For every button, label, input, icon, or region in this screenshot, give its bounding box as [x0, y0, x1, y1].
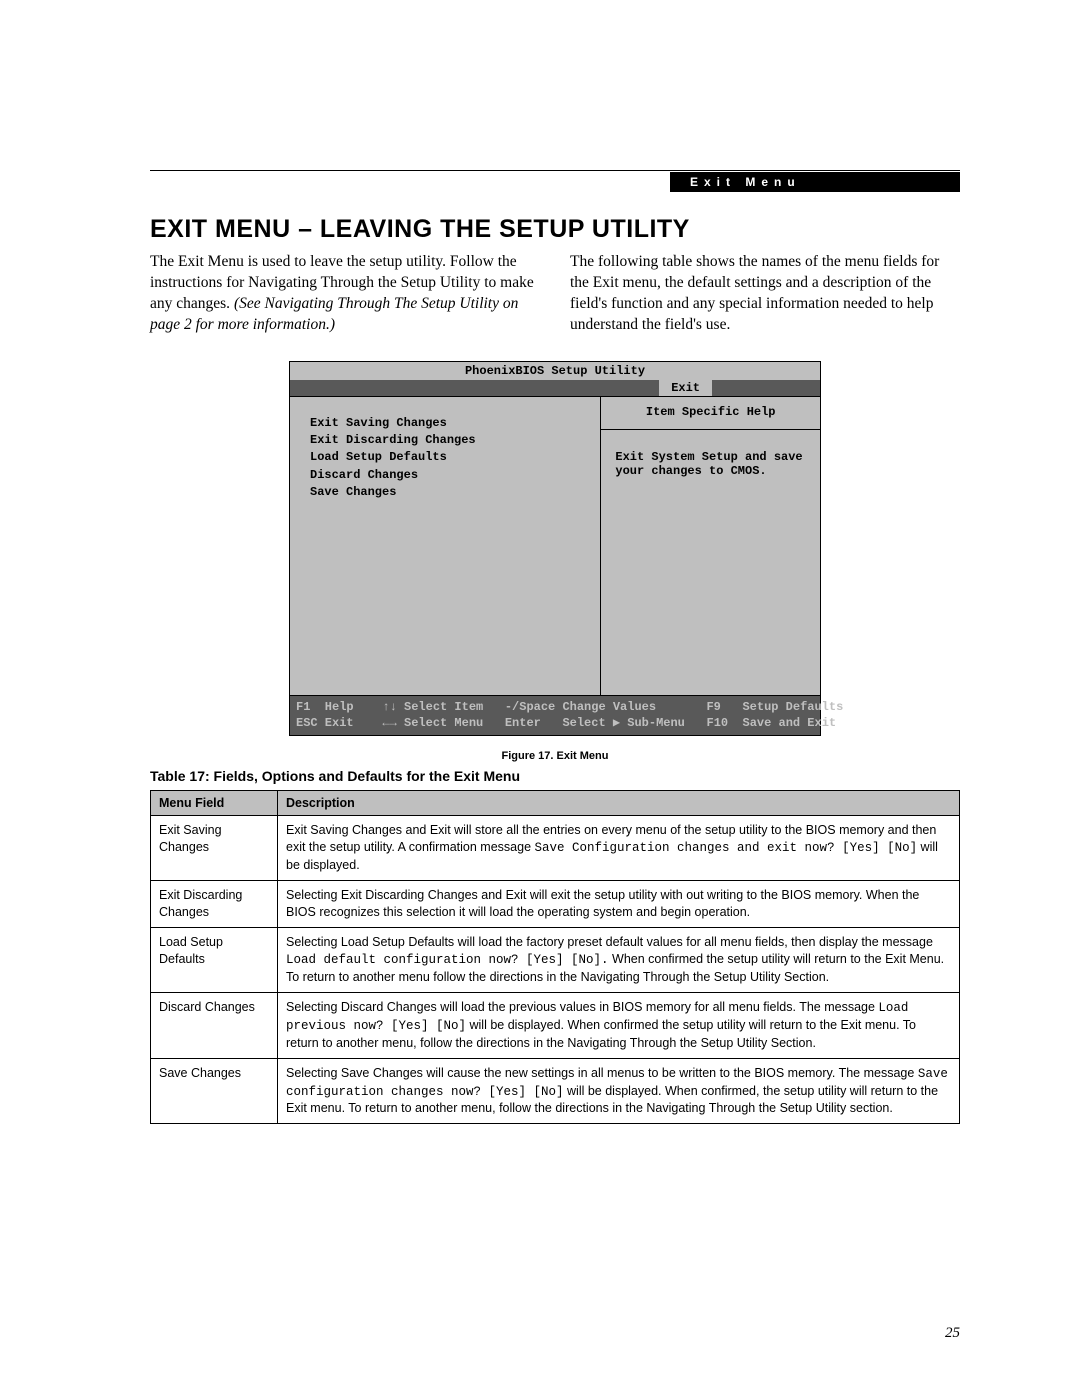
bios-menu-item: Exit Discarding Changes	[310, 432, 586, 449]
figure-caption: Figure 17. Exit Menu	[150, 750, 960, 762]
table-header-field: Menu Field	[151, 791, 278, 816]
table-cell-field: Exit Discarding Changes	[151, 880, 278, 928]
top-rule	[150, 170, 960, 171]
bios-help-separator	[601, 429, 820, 430]
table-header-description: Description	[278, 791, 960, 816]
bios-menu-item: Discard Changes	[310, 467, 586, 484]
bios-title: PhoenixBIOS Setup Utility	[290, 362, 820, 380]
intro-columns: The Exit Menu is used to leave the setup…	[150, 252, 960, 336]
intro-right: The following table shows the names of t…	[570, 252, 960, 336]
desc-pre: Selecting Save Changes will cause the ne…	[286, 1066, 918, 1080]
table-cell-description: Selecting Exit Discarding Changes and Ex…	[278, 880, 960, 928]
desc-code: Load default configuration now? [Yes] [N…	[286, 953, 609, 967]
page-heading: EXIT MENU – LEAVING THE SETUP UTILITY	[150, 215, 960, 244]
bios-footer: F1 Help ↑↓ Select Item -/Space Change Va…	[290, 695, 820, 735]
table-row: Exit Saving Changes Exit Saving Changes …	[151, 816, 960, 881]
table-cell-field: Save Changes	[151, 1058, 278, 1124]
bios-help-title: Item Specific Help	[615, 405, 806, 425]
bios-footer-row1: F1 Help ↑↓ Select Item -/Space Change Va…	[296, 699, 814, 715]
bios-tab-exit: Exit	[659, 380, 712, 396]
table-cell-field: Exit Saving Changes	[151, 816, 278, 881]
section-header-label: Exit Menu	[670, 172, 960, 192]
intro-left: The Exit Menu is used to leave the setup…	[150, 252, 540, 336]
table-cell-field: Discard Changes	[151, 993, 278, 1059]
desc-code: Save Configuration changes and exit now?…	[535, 841, 918, 855]
bios-menu-item: Exit Saving Changes	[310, 415, 586, 432]
bios-menu-item: Load Setup Defaults	[310, 449, 586, 466]
fields-table: Menu Field Description Exit Saving Chang…	[150, 790, 960, 1124]
bios-tabbar: Exit	[290, 380, 820, 396]
table-cell-description: Selecting Save Changes will cause the ne…	[278, 1058, 960, 1124]
desc-pre: Selecting Load Setup Defaults will load …	[286, 935, 933, 949]
table-caption: Table 17: Fields, Options and Defaults f…	[150, 768, 960, 784]
table-cell-field: Load Setup Defaults	[151, 928, 278, 993]
bios-help-panel: Item Specific Help Exit System Setup and…	[601, 397, 820, 695]
bios-help-body: Exit System Setup and save your changes …	[615, 450, 806, 478]
table-cell-description: Selecting Discard Changes will load the …	[278, 993, 960, 1059]
bios-footer-row2: ESC Exit ←→ Select Menu Enter Select ▶ S…	[296, 715, 814, 731]
table-row: Discard Changes Selecting Discard Change…	[151, 993, 960, 1059]
table-row: Exit Discarding Changes Selecting Exit D…	[151, 880, 960, 928]
desc-pre: Selecting Exit Discarding Changes and Ex…	[286, 888, 919, 919]
desc-pre: Selecting Discard Changes will load the …	[286, 1000, 878, 1014]
bios-screenshot: PhoenixBIOS Setup Utility Exit Exit Savi…	[289, 361, 821, 736]
bios-menu-item: Save Changes	[310, 484, 586, 501]
document-page: Exit Menu EXIT MENU – LEAVING THE SETUP …	[0, 0, 1080, 1397]
table-row: Load Setup Defaults Selecting Load Setup…	[151, 928, 960, 993]
bios-menu-list: Exit Saving Changes Exit Discarding Chan…	[290, 397, 601, 695]
bios-body: Exit Saving Changes Exit Discarding Chan…	[290, 396, 820, 695]
page-number: 25	[945, 1325, 960, 1342]
table-cell-description: Selecting Load Setup Defaults will load …	[278, 928, 960, 993]
table-row: Save Changes Selecting Save Changes will…	[151, 1058, 960, 1124]
table-cell-description: Exit Saving Changes and Exit will store …	[278, 816, 960, 881]
